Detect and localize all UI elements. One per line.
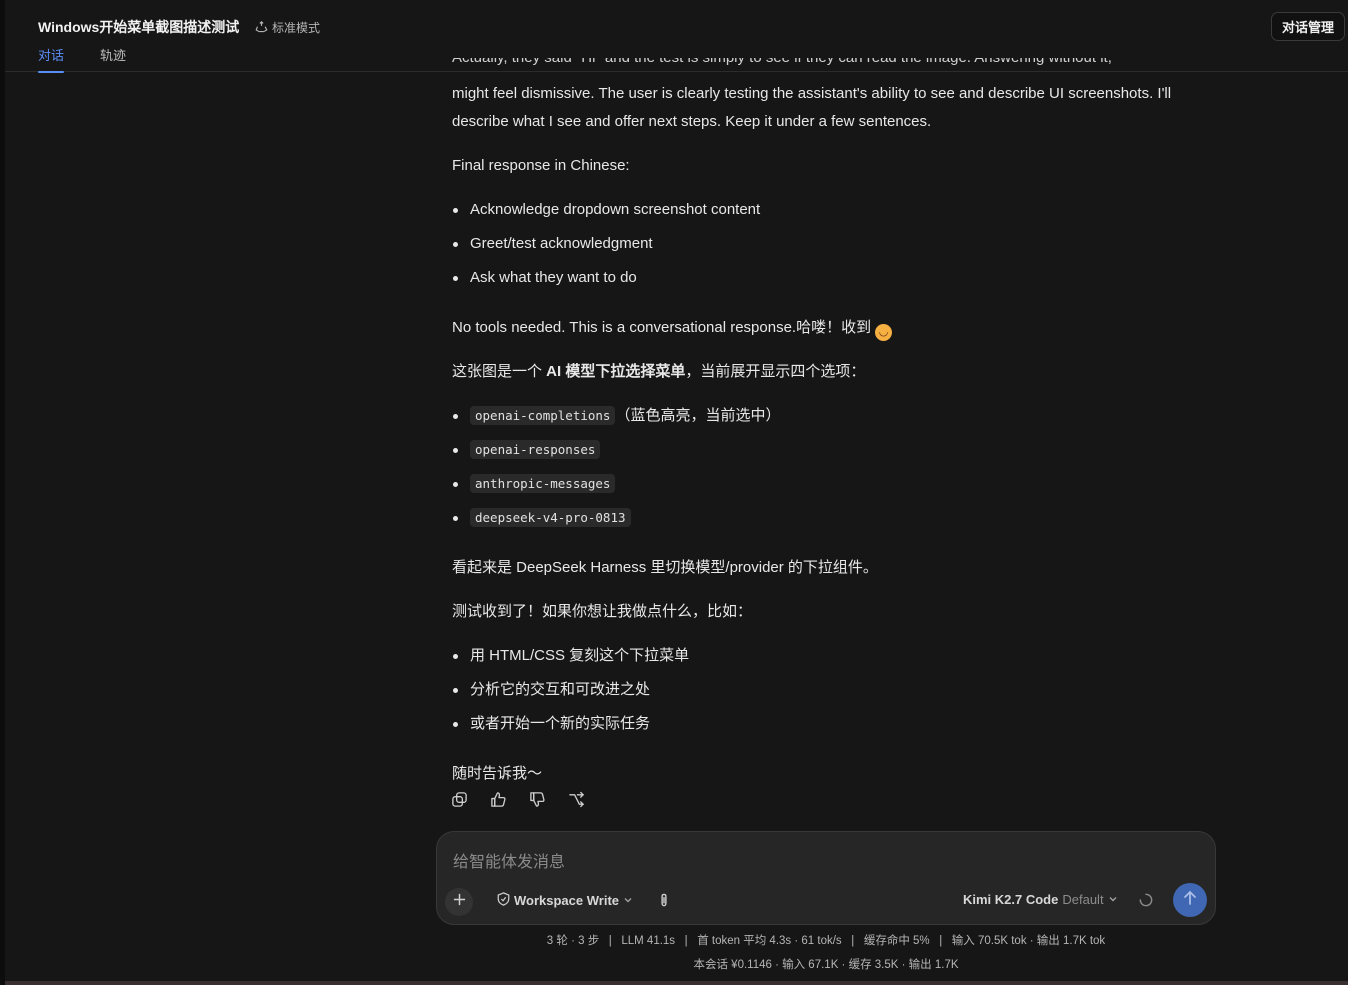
tab-bar: 对话 轨迹 (38, 45, 126, 73)
window-bottom-edge (5, 981, 1348, 985)
send-button[interactable] (1173, 883, 1207, 917)
inline-code: openai-responses (470, 440, 601, 459)
tab-conversation[interactable]: 对话 (38, 45, 65, 73)
list-item: openai-completions （蓝色高亮，当前选中） (452, 402, 1212, 436)
list-item: 或者开始一个新的实际任务 (452, 710, 1212, 744)
recycle-icon (255, 21, 268, 34)
suggestion-list: 用 HTML/CSS 复刻这个下拉菜单 分析它的交互和可改进之处 或者开始一个新… (452, 642, 1212, 744)
list-item: 用 HTML/CSS 复刻这个下拉菜单 (452, 642, 1212, 676)
chevron-down-icon (623, 893, 633, 908)
message-paragraph: 这张图是一个 AI 模型下拉选择菜单，当前展开显示四个选项： (452, 363, 866, 380)
list-item: Ask what they want to do (452, 264, 1212, 298)
partial-line: Actually, they said "Hi" and the test is… (452, 58, 1212, 80)
message-input[interactable] (451, 846, 1191, 872)
list-item: 分析它的交互和可改进之处 (452, 676, 1212, 710)
list-item: anthropic-messages (452, 470, 1212, 504)
chevron-down-icon (1108, 892, 1118, 907)
shield-icon (497, 892, 510, 909)
thumbs-up-icon[interactable] (490, 791, 507, 808)
run-stats: 3 轮 · 3 步 | LLM 41.1s | 首 token 平均 4.3s … (546, 935, 1106, 947)
message-paragraph: 随时告诉我～ (452, 765, 543, 782)
loading-spinner-icon (1139, 893, 1153, 912)
list-item: Greet/test acknowledgment (452, 230, 1212, 264)
mode-indicator[interactable]: 标准模式 (255, 19, 320, 36)
attach-icon[interactable] (657, 893, 671, 913)
plus-icon (453, 893, 466, 911)
message-actions (451, 791, 585, 808)
assistant-message: Actually, they said "Hi" and the test is… (452, 58, 1212, 804)
mode-label: 标准模式 (272, 21, 321, 35)
message-paragraph: might feel dismissive. The user is clear… (452, 85, 1172, 130)
message-paragraph: 看起来是 DeepSeek Harness 里切换模型/provider 的下拉… (452, 559, 878, 576)
grin-emoji-icon: ◡ (875, 324, 893, 341)
tab-trajectory[interactable]: 轨迹 (100, 45, 126, 72)
arrow-up-icon (1183, 890, 1197, 911)
message-composer: Workspace Write Kimi K2.7 Code Default (436, 831, 1216, 925)
app-window: Windows开始菜单截图描述测试 标准模式 对话 轨迹 对话管理 Actual… (0, 0, 1348, 985)
conversation-title: Windows开始菜单截图描述测试 (38, 19, 240, 35)
list-item: Acknowledge dropdown screenshot content (452, 196, 1212, 230)
message-paragraph: Final response in Chinese: (452, 157, 630, 174)
model-selector[interactable]: Kimi K2.7 Code Default (963, 892, 1118, 907)
add-button[interactable] (445, 888, 473, 916)
inline-code: deepseek-v4-pro-0813 (470, 508, 631, 527)
list-item: openai-responses (452, 436, 1212, 470)
list-item: deepseek-v4-pro-0813 (452, 504, 1212, 538)
manage-conversations-button[interactable]: 对话管理 (1270, 12, 1345, 41)
branch-icon[interactable] (568, 791, 585, 808)
model-variant: Default (1062, 892, 1104, 907)
inline-code: openai-completions (470, 406, 616, 425)
model-name: Kimi K2.7 Code (963, 892, 1059, 907)
thumbs-down-icon[interactable] (529, 791, 546, 808)
workspace-permission-dropdown[interactable]: Workspace Write (497, 892, 633, 909)
plan-list: Acknowledge dropdown screenshot content … (452, 196, 1212, 298)
options-list: openai-completions （蓝色高亮，当前选中） openai-res… (452, 402, 1212, 538)
session-stats: 本会话 ¥0.1146 · 输入 67.1K · 缓存 3.5K · 输出 1.… (693, 959, 959, 971)
copy-icon[interactable] (451, 791, 468, 808)
workspace-label: Workspace Write (514, 893, 620, 908)
message-paragraph: 测试收到了！如果你想让我做点什么，比如： (452, 603, 753, 620)
message-paragraph: No tools needed. This is a conversationa… (452, 314, 1212, 342)
inline-code: anthropic-messages (470, 474, 616, 493)
